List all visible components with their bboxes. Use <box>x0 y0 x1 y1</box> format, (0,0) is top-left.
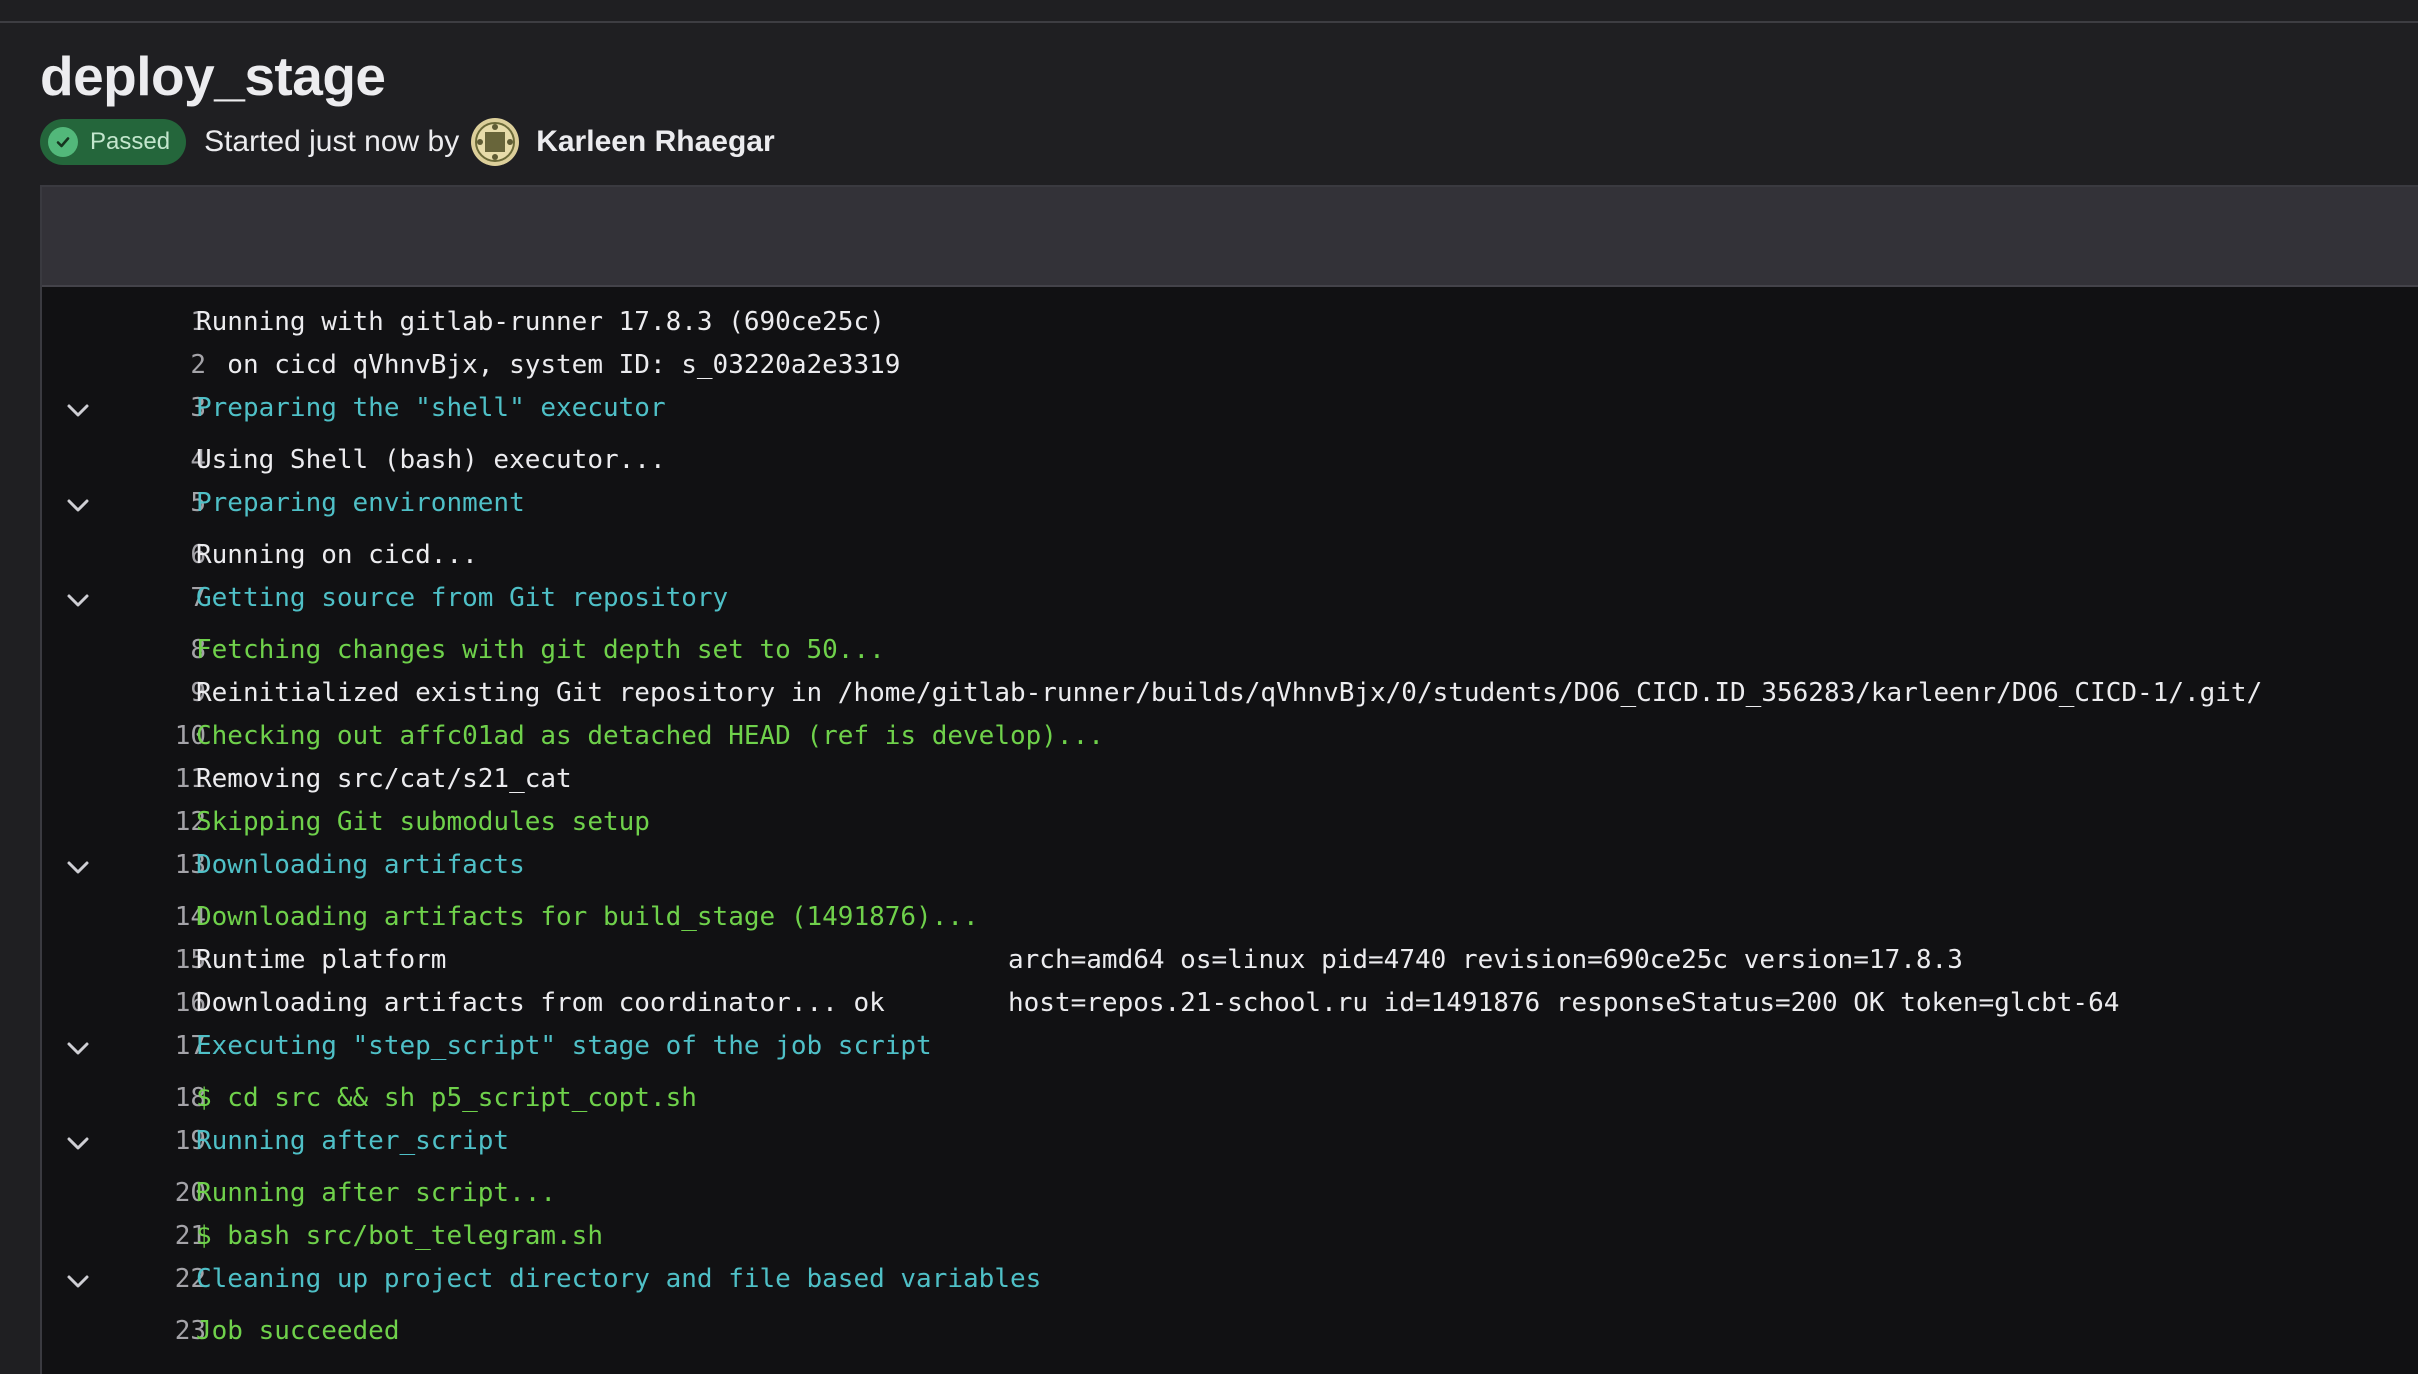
chevron-down-icon[interactable] <box>64 585 92 613</box>
log-section-header[interactable]: 3 Preparing the "shell" executor <box>42 387 2418 430</box>
line-number[interactable]: 23 <box>122 1310 206 1353</box>
log-line-text: Running after script... <box>196 1178 557 1208</box>
log-line: 15 Runtime platform arch=amd64 os=linux pi… <box>42 939 2418 982</box>
line-number[interactable]: 2 <box>122 344 206 387</box>
chevron-down-icon[interactable] <box>64 1033 92 1061</box>
line-number[interactable]: 3 <box>122 387 206 430</box>
user-avatar[interactable] <box>471 118 520 166</box>
line-number[interactable]: 5 <box>122 482 206 525</box>
job-log-panel: 1 Running with gitlab-runner 17.8.3 (690c… <box>40 185 2418 1374</box>
chevron-down-icon[interactable] <box>64 852 92 880</box>
chevron-down-icon[interactable] <box>64 395 92 423</box>
line-number[interactable]: 13 <box>122 844 206 887</box>
log-line-details: host=repos.21-school.ru id=1491876 respo… <box>1008 988 2120 1018</box>
log-section-header[interactable]: 17 Executing "step_script" stage of the j… <box>42 1025 2418 1068</box>
started-text: Started just now by <box>204 125 460 158</box>
log-line-text: Downloading artifacts for build_stage (1… <box>196 902 979 932</box>
log-line-text: Running after_script <box>196 1126 510 1156</box>
line-number[interactable]: 20 <box>122 1172 206 1215</box>
log-line: 16 Downloading artifacts from coordinator… <box>42 982 2418 1025</box>
log-line-text: Job succeeded <box>196 1316 400 1346</box>
log-line-text: Skipping Git submodules setup <box>196 807 650 837</box>
log-line-text: $ cd src && sh p5_script_copt.sh <box>196 1083 697 1113</box>
log-line-text: Downloading artifacts <box>196 850 525 880</box>
top-navigation-border <box>0 0 2418 23</box>
log-line-text: Removing src/cat/s21_cat <box>196 764 572 794</box>
line-number[interactable]: 4 <box>122 439 206 482</box>
log-line-text: on cicd qVhnvBjx, system ID: s_03220a2e3… <box>196 350 901 380</box>
log-line-text: Downloading artifacts from coordinator..… <box>196 988 885 1018</box>
status-badge-label: Passed <box>90 128 171 155</box>
log-line: 20 Running after script... <box>42 1172 2418 1215</box>
log-line-text: Checking out affc01ad as detached HEAD (… <box>196 721 1104 751</box>
log-section-header[interactable]: 13 Downloading artifacts <box>42 844 2418 887</box>
log-line-text: Runtime platform <box>196 945 447 975</box>
line-number[interactable]: 17 <box>122 1025 206 1068</box>
chevron-down-icon[interactable] <box>64 490 92 518</box>
line-number[interactable]: 15 <box>122 939 206 982</box>
log-line: 9 Reinitialized existing Git repository i… <box>42 672 2418 715</box>
line-number[interactable]: 10 <box>122 715 206 758</box>
status-badge[interactable]: Passed <box>40 119 187 165</box>
line-number[interactable]: 9 <box>122 672 206 715</box>
author-link[interactable]: Karleen Rhaegar <box>536 125 774 159</box>
line-number[interactable]: 21 <box>122 1215 206 1258</box>
log-section-header[interactable]: 22 Cleaning up project directory and file… <box>42 1258 2418 1301</box>
line-number[interactable]: 16 <box>122 982 206 1025</box>
log-section-header[interactable]: 5 Preparing environment <box>42 482 2418 525</box>
log-line-text: Fetching changes with git depth set to 5… <box>196 635 885 665</box>
line-number[interactable]: 6 <box>122 534 206 577</box>
log-line-text: Using Shell (bash) executor... <box>196 445 666 475</box>
log-line-text: Cleaning up project directory and file b… <box>196 1264 1042 1294</box>
page-title: deploy_stage <box>40 45 386 107</box>
log-line-text: Running on cicd... <box>196 540 478 570</box>
log-line: 21 $ bash src/bot_telegram.sh <box>42 1215 2418 1258</box>
line-number[interactable]: 11 <box>122 758 206 801</box>
line-number[interactable]: 22 <box>122 1258 206 1301</box>
log-line-text: Preparing the "shell" executor <box>196 393 666 423</box>
chevron-down-icon[interactable] <box>64 1128 92 1156</box>
log-line: 6 Running on cicd... <box>42 534 2418 577</box>
log-line: 10 Checking out affc01ad as detached HEAD… <box>42 715 2418 758</box>
line-number[interactable]: 19 <box>122 1120 206 1163</box>
log-line: 4 Using Shell (bash) executor... <box>42 439 2418 482</box>
log-line-text: Executing "step_script" stage of the job… <box>196 1031 932 1061</box>
job-header: deploy_stage Passed Started just now by … <box>40 40 2418 166</box>
log-line: 14 Downloading artifacts for build_stage … <box>42 896 2418 939</box>
job-log-toolbar <box>42 187 2418 287</box>
line-number[interactable]: 18 <box>122 1077 206 1120</box>
chevron-down-icon[interactable] <box>64 1266 92 1294</box>
log-line-text: Getting source from Git repository <box>196 583 729 613</box>
job-meta: Passed Started just now by Karleen Rhaeg… <box>40 118 775 166</box>
log-line-text: Preparing environment <box>196 488 525 518</box>
log-line: 2 on cicd qVhnvBjx, system ID: s_03220a2… <box>42 344 2418 387</box>
log-section-header[interactable]: 19 Running after_script <box>42 1120 2418 1163</box>
log-section-header[interactable]: 7 Getting source from Git repository <box>42 577 2418 620</box>
line-number[interactable]: 1 <box>122 301 206 344</box>
log-line-text: Running with gitlab-runner 17.8.3 (690ce… <box>196 307 885 337</box>
log-line: 12 Skipping Git submodules setup <box>42 801 2418 844</box>
log-line-text: Reinitialized existing Git repository in… <box>196 678 2263 708</box>
log-line: 1 Running with gitlab-runner 17.8.3 (690c… <box>42 301 2418 344</box>
line-number[interactable]: 7 <box>122 577 206 620</box>
line-number[interactable]: 14 <box>122 896 206 939</box>
log-line: 11 Removing src/cat/s21_cat <box>42 758 2418 801</box>
line-number[interactable]: 8 <box>122 629 206 672</box>
line-number[interactable]: 12 <box>122 801 206 844</box>
log-line-details: arch=amd64 os=linux pid=4740 revision=69… <box>1008 945 1963 975</box>
log-line-text: $ bash src/bot_telegram.sh <box>196 1221 603 1251</box>
log-line: 23 Job succeeded <box>42 1310 2418 1353</box>
check-circle-icon <box>48 127 78 157</box>
log-line: 8 Fetching changes with git depth set to … <box>42 629 2418 672</box>
log-line: 18 $ cd src && sh p5_script_copt.sh <box>42 1077 2418 1120</box>
